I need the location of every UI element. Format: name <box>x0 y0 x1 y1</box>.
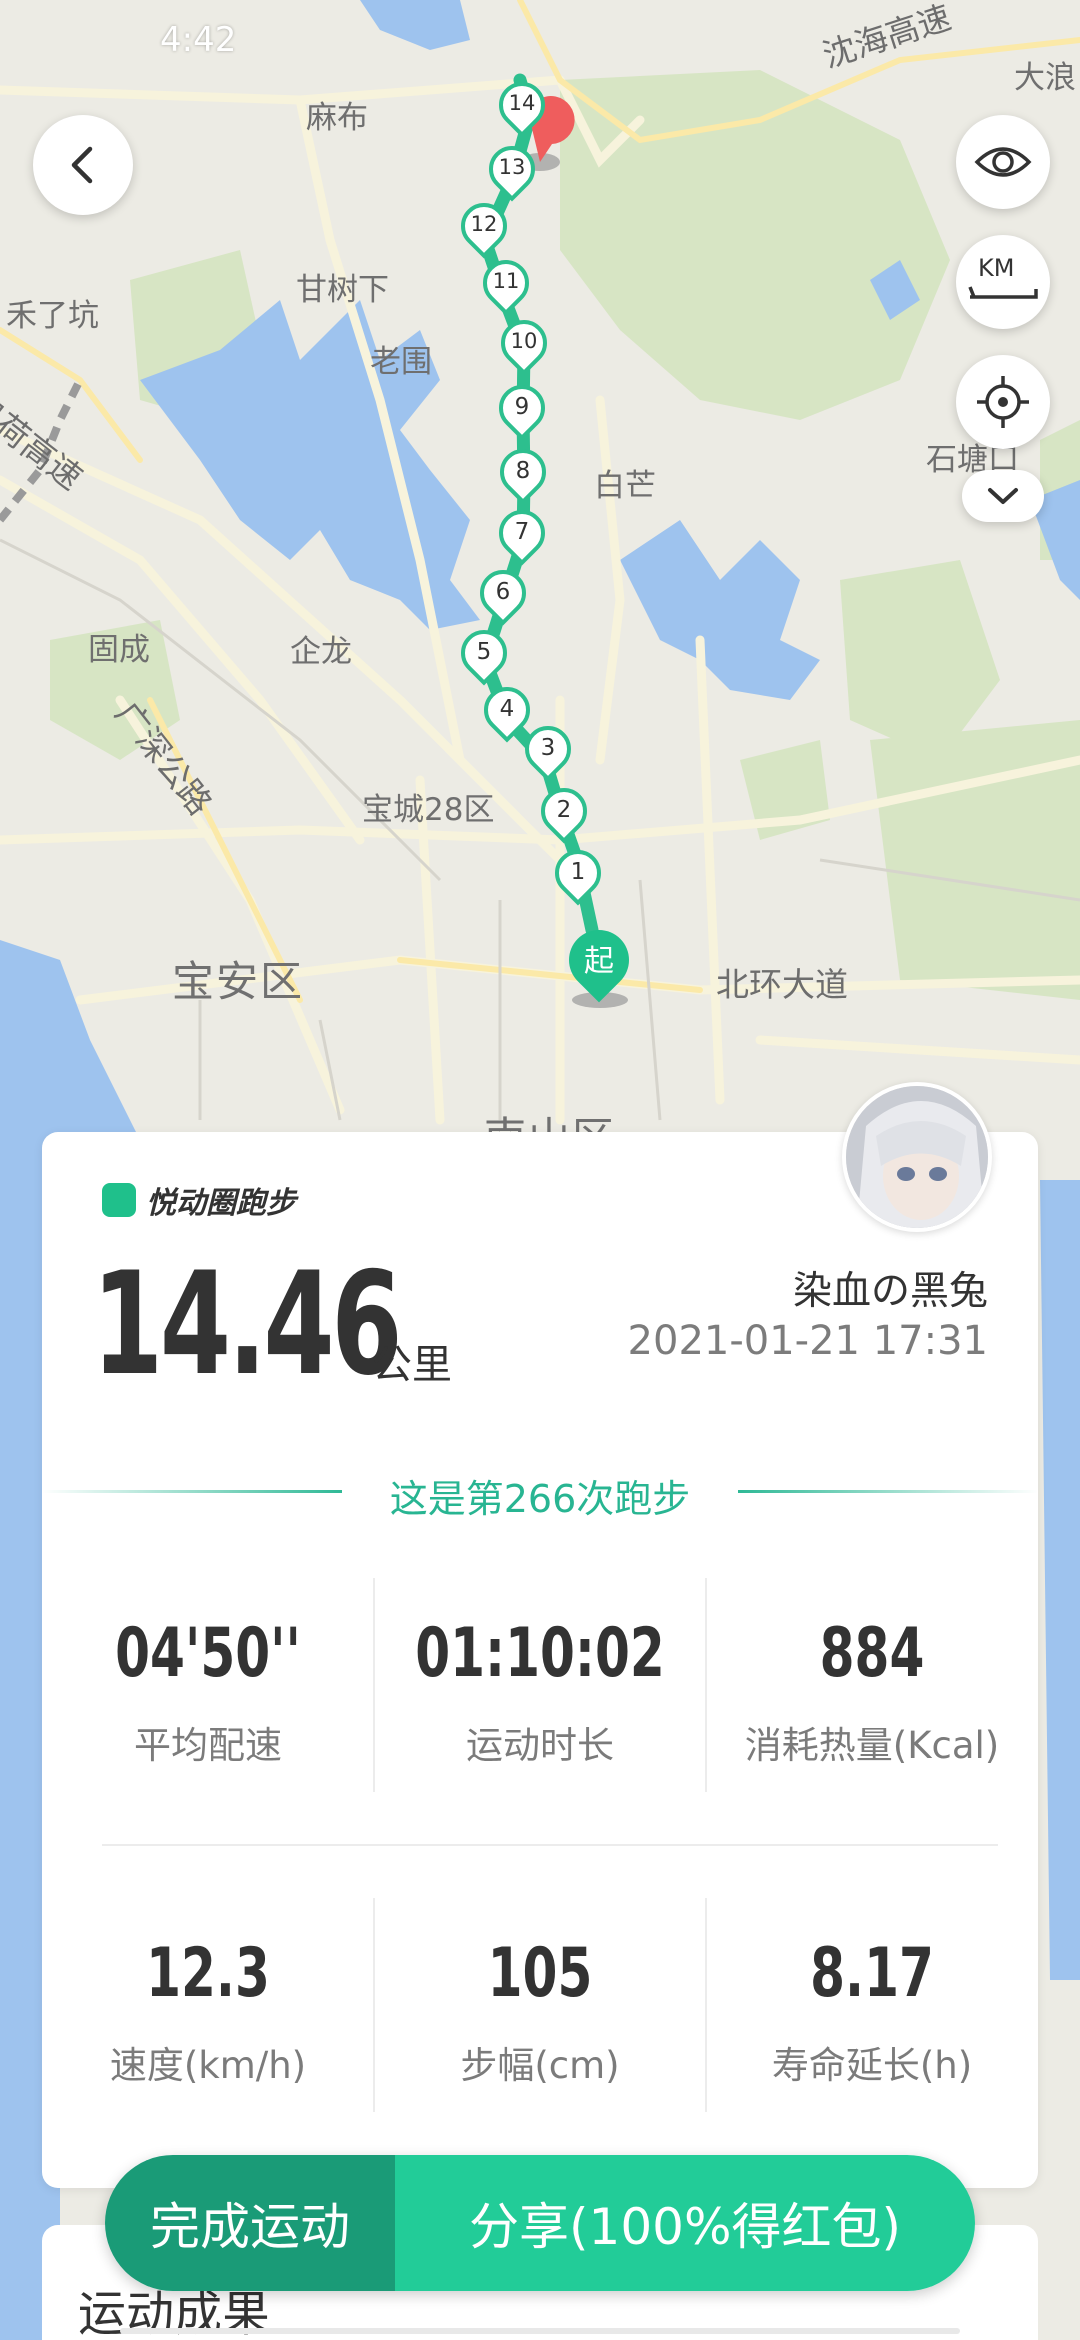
km-marker-label: 10 <box>510 329 538 353</box>
km-icon <box>968 286 1038 299</box>
map-label-beihuan: 北环大道 <box>716 965 848 1004</box>
map-label-baoan: 宝安区 <box>172 957 305 1006</box>
km-marker: 11 <box>473 250 539 318</box>
visibility-toggle-button[interactable] <box>956 115 1050 209</box>
stat-label: 平均配速 <box>134 1724 282 1767</box>
km-marker-label: 4 <box>499 696 515 722</box>
divider <box>705 1578 707 1792</box>
km-marker-label: 7 <box>514 519 530 545</box>
chevron-left-icon <box>71 146 93 184</box>
stat-life-extension: 8.17 寿命延长(h) <box>706 1934 1038 2089</box>
stat-duration: 01:10:02 运动时长 <box>374 1614 706 1769</box>
avatar-image <box>846 1086 988 1228</box>
km-marker: 5 <box>451 620 517 688</box>
km-marker: 9 <box>489 375 555 443</box>
km-marker-label: 11 <box>492 269 520 293</box>
stat-label: 步幅(cm) <box>460 2044 620 2087</box>
app-logo-icon <box>102 1183 136 1217</box>
username: 染血の黑兔 <box>792 1269 988 1314</box>
map-label-gucheng: 固成 <box>88 632 150 668</box>
km-marker: 8 <box>490 439 556 507</box>
km-marker: 7 <box>489 500 555 568</box>
km-marker-label: 14 <box>508 91 536 115</box>
km-marker-label: 6 <box>495 579 511 605</box>
km-marker: 13 <box>479 136 545 204</box>
status-time: 4:42 <box>160 20 237 60</box>
divider <box>705 1898 707 2112</box>
stat-calories: 884 消耗热量(Kcal) <box>706 1614 1038 1769</box>
km-marker: 10 <box>491 310 557 378</box>
divider <box>102 1844 998 1846</box>
km-marker-label: 5 <box>476 639 492 665</box>
stat-speed: 12.3 速度(km/h) <box>42 1934 374 2089</box>
run-summary-card: 悦动圈跑步 14.46 公里 染血の黑兔 2021-01-21 17:31 这是… <box>42 1082 1038 2188</box>
km-marker: 4 <box>474 677 540 745</box>
map-label-baimang: 白芒 <box>594 468 656 504</box>
km-marker-label: 8 <box>515 458 531 484</box>
km-marker-label: 9 <box>514 394 530 420</box>
map-label-ganshuxia: 甘树下 <box>296 272 389 308</box>
action-bar: 完成运动 分享(100%得红包) <box>105 2155 975 2291</box>
km-marker-label: 12 <box>470 212 498 236</box>
start-marker-label: 起 <box>584 944 614 979</box>
stat-label: 消耗热量(Kcal) <box>744 1724 1000 1767</box>
divider <box>373 1898 375 2112</box>
map-label-mabu: 麻布 <box>306 100 368 136</box>
km-marker: 1 <box>545 840 611 908</box>
map-label-qilong: 企龙 <box>290 634 352 670</box>
km-marker: 12 <box>451 193 517 261</box>
status-bar: 4:42 <box>0 0 1080 80</box>
back-button[interactable] <box>33 115 133 215</box>
stat-value: 105 <box>487 1934 593 2013</box>
run-datetime: 2021-01-21 17:31 <box>627 1318 988 1364</box>
km-marker: 14 <box>489 72 555 140</box>
start-marker: 起 <box>556 917 642 1008</box>
km-marker-toggle-button[interactable]: KM <box>956 235 1050 329</box>
finish-workout-button[interactable]: 完成运动 <box>105 2155 395 2291</box>
brand: 悦动圈跑步 <box>102 1178 296 1222</box>
map-label-laowei: 老围 <box>370 344 432 380</box>
stat-label: 寿命延长(h) <box>771 2044 973 2087</box>
stat-value: 884 <box>819 1614 925 1693</box>
km-marker-label: 13 <box>498 155 526 179</box>
stat-value: 01:10:02 <box>415 1614 665 1693</box>
map-label-heliaokeng: 禾了坑 <box>6 298 99 334</box>
run-count: 这是第266次跑步 <box>389 1477 691 1521</box>
chevron-down-icon <box>988 488 1018 504</box>
km-marker: 2 <box>531 778 597 846</box>
avatar[interactable] <box>842 1082 992 1232</box>
locate-button[interactable] <box>956 355 1050 449</box>
distance-unit: 公里 <box>372 1342 452 1388</box>
collapse-controls-button[interactable] <box>962 470 1044 522</box>
stat-label: 运动时长 <box>466 1724 614 1767</box>
achievement-tabs <box>120 2328 960 2334</box>
map-label-baocheng28: 宝城28区 <box>362 792 495 828</box>
divider <box>373 1578 375 1792</box>
brand-name: 悦动圈跑步 <box>146 1186 296 1221</box>
stat-avg-pace: 04'50'' 平均配速 <box>42 1614 374 1769</box>
km-marker-label: 2 <box>556 797 572 823</box>
stat-value: 04'50'' <box>115 1614 301 1693</box>
stat-label: 速度(km/h) <box>109 2044 307 2087</box>
distance-value: 14.46 <box>92 1242 402 1407</box>
eye-icon <box>974 147 1032 177</box>
km-marker: 6 <box>470 560 536 628</box>
km-marker-label: 1 <box>570 859 586 885</box>
stat-value: 8.17 <box>810 1934 934 2013</box>
stat-stride: 105 步幅(cm) <box>374 1934 706 2089</box>
stat-value: 12.3 <box>146 1934 270 2013</box>
crosshair-icon <box>977 376 1029 428</box>
share-button[interactable]: 分享(100%得红包) <box>395 2155 975 2291</box>
